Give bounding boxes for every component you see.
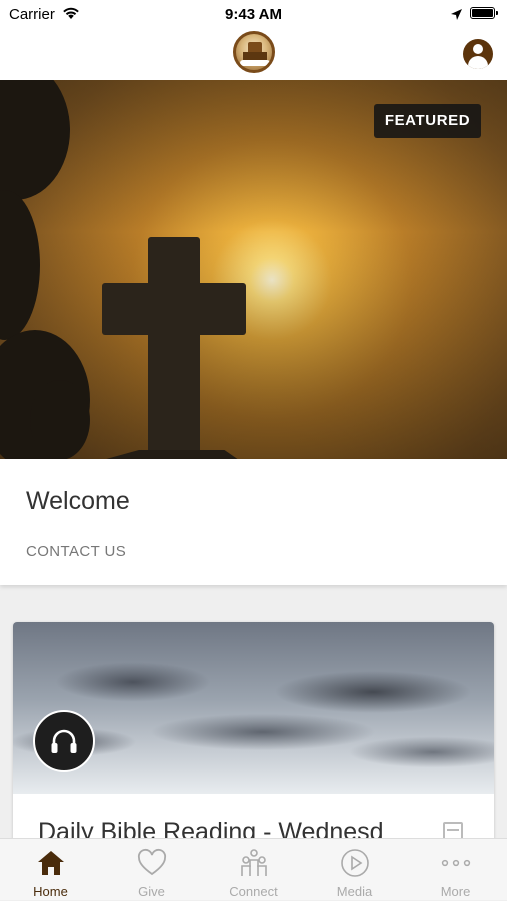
church-logo <box>233 31 275 73</box>
nav-bar <box>0 30 507 80</box>
tab-label: Home <box>33 884 68 899</box>
tab-label: Give <box>138 884 165 899</box>
heart-icon <box>137 848 167 876</box>
headphones-icon <box>51 729 77 753</box>
tab-home[interactable]: Home <box>0 839 101 901</box>
people-icon <box>241 849 267 876</box>
cross-silhouette <box>148 237 200 459</box>
home-icon <box>38 851 64 875</box>
audio-play-button[interactable] <box>33 710 95 772</box>
featured-badge: FEATURED <box>374 104 481 138</box>
profile-icon[interactable] <box>463 39 493 69</box>
welcome-card[interactable]: Welcome CONTACT US <box>0 459 507 585</box>
tab-more[interactable]: More <box>405 839 506 901</box>
tab-label: Media <box>336 884 373 899</box>
welcome-title: Welcome <box>26 487 130 515</box>
tab-bar: Home Give Connect Media More <box>0 838 507 900</box>
tab-media[interactable]: Media <box>304 839 405 901</box>
status-bar: Carrier 9:43 AM <box>0 0 507 30</box>
tab-give[interactable]: Give <box>101 839 202 901</box>
tab-connect[interactable]: Connect <box>203 839 304 901</box>
tab-label: More <box>440 884 471 899</box>
location-arrow-icon <box>451 9 462 20</box>
tab-label: Connect <box>229 884 278 899</box>
clock: 9:43 AM <box>225 6 282 23</box>
more-icon <box>441 859 471 867</box>
contact-us-link[interactable]: CONTACT US <box>26 543 126 560</box>
battery-icon <box>470 7 498 19</box>
play-icon <box>341 849 369 877</box>
